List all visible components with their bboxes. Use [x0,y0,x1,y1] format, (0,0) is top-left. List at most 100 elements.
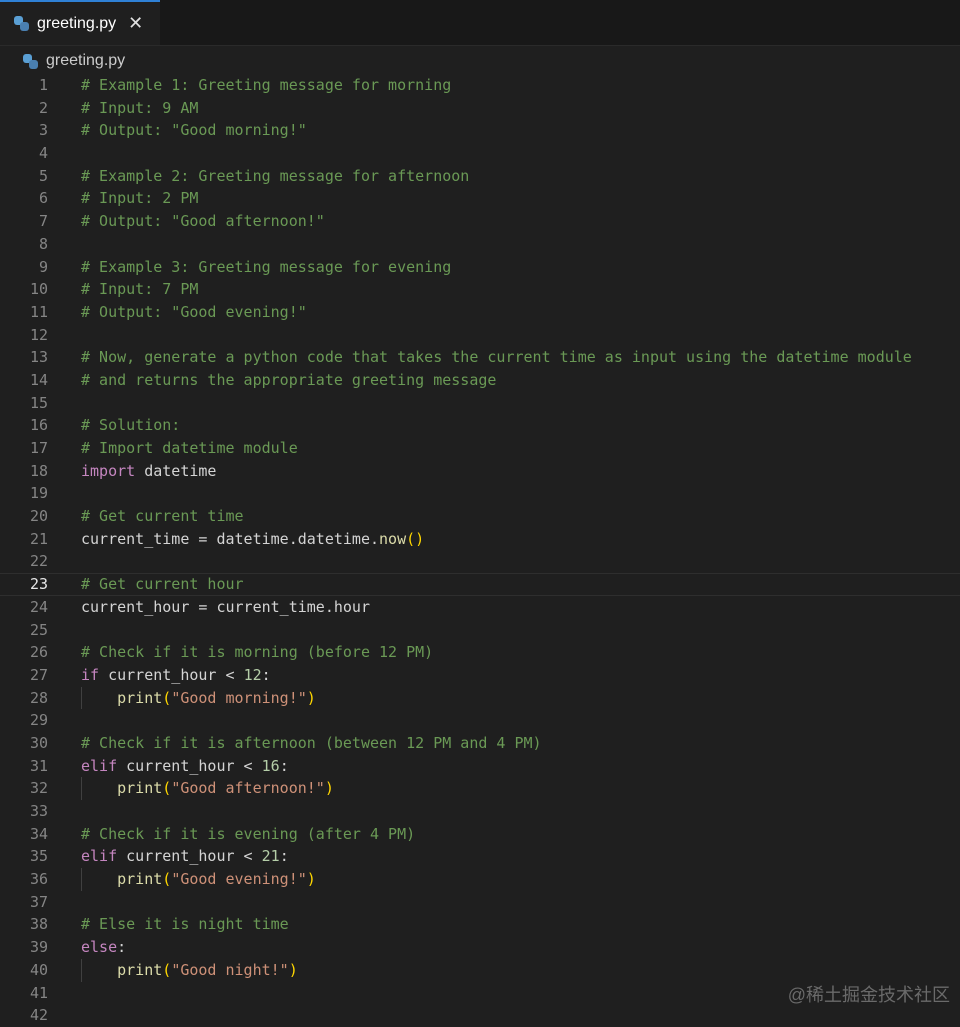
line-number: 33 [29,802,48,820]
code-line[interactable]: 2 # Input: 9 AM [0,97,960,120]
code-text: import datetime [81,460,216,483]
code-line[interactable]: 38 # Else it is night time [0,913,960,936]
code-token: ( [162,779,172,798]
code-text: # Input: 7 PM [81,278,198,301]
code-line[interactable]: 35 elif current_hour < 21: [0,845,960,868]
code-token: ) [288,960,298,979]
code-token: # Example 3: Greeting message for evenin… [81,257,452,276]
close-icon[interactable]: ✕ [128,13,143,34]
code-line[interactable]: 5 # Example 2: Greeting message for after… [0,165,960,188]
code-token: : [117,938,127,957]
code-text: # Else it is night time [81,913,289,936]
line-number: 11 [29,302,48,321]
line-number: 25 [29,620,48,639]
code-token: : [279,756,289,775]
code-line[interactable]: 8 [0,233,960,256]
line-number: 32 [29,779,48,798]
tab-label: greeting.py [37,14,117,32]
line-number: 21 [29,529,48,548]
line-number: 12 [29,325,48,344]
code-line[interactable]: 6 # Input: 2 PM [0,187,960,210]
code-line[interactable]: 18 import datetime [0,460,960,483]
code-token: 16 [261,756,280,775]
line-number: 30 [29,733,48,752]
code-token: # Example 2: Greeting message for aftern… [81,166,470,185]
python-icon [14,16,29,31]
code-token: # and returns the appropriate greeting m… [81,370,497,389]
code-editor[interactable]: 1 # Example 1: Greeting message for morni… [0,74,960,1024]
code-token: "Good afternoon!" [171,779,325,798]
code-line[interactable]: 20 # Get current time [0,505,960,528]
line-number: 39 [29,938,48,957]
code-token: # Import datetime module [81,439,298,457]
code-line[interactable]: 1 # Example 1: Greeting message for morni… [0,74,960,97]
breadcrumb-file[interactable]: greeting.py [46,52,125,70]
tab-greeting-py[interactable]: greeting.py ✕ [0,0,160,45]
code-token: current_hour = current_time.hour [81,597,370,616]
code-line[interactable]: 22 [0,550,960,573]
code-line[interactable]: 26 # Check if it is morning (before 12 PM… [0,641,960,664]
code-line[interactable]: 27 if current_hour < 12: [0,664,960,687]
code-token: if [81,665,100,684]
code-text: # Get current time [81,505,244,528]
line-number: 18 [29,461,48,480]
code-line[interactable]: 25 [0,619,960,642]
code-text: # Input: 2 PM [81,187,198,210]
code-line[interactable]: 40 print("Good night!") [0,958,960,982]
code-line[interactable]: 11 # Output: "Good evening!" [0,301,960,324]
code-line[interactable]: 7 # Output: "Good afternoon!" [0,210,960,233]
code-line[interactable]: 9 # Example 3: Greeting message for eveni… [0,256,960,279]
line-number: 29 [29,711,48,730]
code-text: print("Good evening!") [81,868,316,891]
line-number: 14 [29,370,48,389]
code-line[interactable]: 23 # Get current hour [0,573,960,596]
code-line[interactable]: 33 [0,800,960,823]
code-token: # Input: 2 PM [81,189,199,208]
code-token: ( [162,960,172,979]
line-number: 38 [29,915,48,934]
code-token: # Get current hour [81,575,244,594]
code-line[interactable]: 13 # Now, generate a python code that tak… [0,346,960,369]
code-line[interactable]: 36 print("Good evening!") [0,868,960,891]
code-token: current_hour < [117,847,262,866]
code-line[interactable]: 34 # Check if it is evening (after 4 PM) [0,823,960,846]
line-number: 35 [29,847,48,866]
code-text: print("Good afternoon!") [81,777,334,800]
code-text: print("Good night!") [81,959,298,982]
code-line[interactable]: 10 # Input: 7 PM [0,278,960,301]
code-token: # Else it is night time [81,915,289,934]
code-text: # Output: "Good afternoon!" [81,210,325,233]
code-line[interactable]: 32 print("Good afternoon!") [0,777,960,800]
code-line[interactable]: 12 [0,324,960,347]
code-line[interactable]: 37 [0,891,960,914]
code-text: # Check if it is morning (before 12 PM) [81,641,433,664]
code-line[interactable]: 19 [0,482,960,505]
code-line[interactable]: 16 # Solution: [0,414,960,437]
code-line[interactable]: 39 else: [0,936,960,959]
code-line[interactable]: 24 current_hour = current_time.hour [0,596,960,619]
code-token: elif [81,847,118,866]
line-number: 36 [29,870,48,889]
code-line[interactable]: 17 # Import datetime module [0,437,960,460]
code-token: else [81,938,118,957]
code-line[interactable]: 14 # and returns the appropriate greeting… [0,369,960,392]
code-token: # Check if it is morning (before 12 PM) [81,643,434,662]
code-text: # Solution: [81,414,180,437]
code-line[interactable]: 21 current_time = datetime.datetime.now() [0,528,960,551]
code-text: elif current_hour < 16: [81,755,289,778]
code-line[interactable]: 15 [0,392,960,415]
code-line[interactable]: 31 elif current_hour < 16: [0,755,960,778]
line-number: 28 [29,688,48,707]
code-line[interactable]: 42 [0,1004,960,1027]
code-line[interactable]: 4 [0,142,960,165]
code-token: print [117,688,163,707]
code-line[interactable]: 30 # Check if it is afternoon (between 12… [0,732,960,755]
code-line[interactable]: 3 # Output: "Good morning!" [0,119,960,142]
line-number: 7 [38,212,48,231]
code-token: ) [306,870,316,889]
code-line[interactable]: 29 [0,709,960,732]
code-line[interactable]: 28 print("Good morning!") [0,686,960,710]
line-number: 19 [29,484,48,503]
